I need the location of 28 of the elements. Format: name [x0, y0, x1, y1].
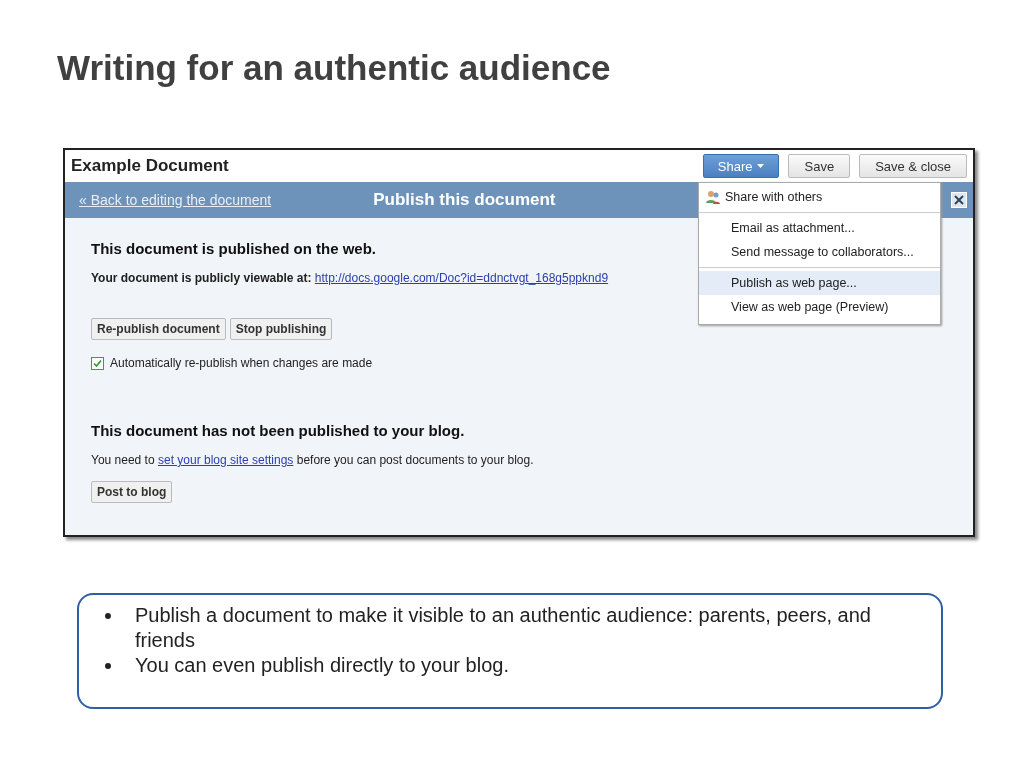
checkbox-label: Automatically re-publish when changes are made — [110, 356, 373, 370]
bullet-icon — [105, 663, 111, 669]
menu-item[interactable]: Publish as web page... — [699, 271, 940, 295]
publish-title: Publish this document — [373, 190, 556, 210]
document-title: Example Document — [71, 156, 230, 176]
slide-title: Writing for an authentic audience — [57, 47, 611, 89]
toolbar-button[interactable]: Save & close — [859, 154, 967, 178]
section-heading: This document has not been published to your blog. — [91, 422, 465, 439]
people-icon — [705, 189, 721, 205]
blog-settings-note: You need to set your blog site settings before you can post documents to your blog. — [91, 453, 534, 467]
close-button[interactable] — [951, 192, 967, 208]
section-heading: This document is published on the web. — [91, 240, 376, 257]
menu-item[interactable]: Share with others — [699, 185, 940, 209]
menu-item[interactable]: View as web page (Preview) — [699, 295, 940, 319]
bullet-text: Publish a document to make it visible to an authentic audience: parents, peers, and friends — [134, 603, 872, 653]
menu-item[interactable]: Email as attachment... — [699, 216, 940, 240]
bullet-icon — [105, 613, 111, 619]
publish-button[interactable]: Stop publishing — [229, 318, 333, 340]
menu-item[interactable]: Send message to collaborators... — [699, 240, 940, 264]
blog-settings-link[interactable]: set your blog site settings — [157, 453, 294, 467]
toolbar-button[interactable]: Save — [788, 154, 851, 178]
checkbox[interactable] — [91, 356, 104, 370]
url-line: Your document is publicly viewable at: http://docs.google.com/Doc?id=ddnctvgt_168g5ppknd9 — [91, 271, 609, 285]
document-url-link[interactable]: http://docs.google.com/Doc?id=ddnctvgt_168g5ppknd9 — [314, 271, 609, 285]
post-to-blog-button[interactable]: Post to blog — [91, 481, 173, 503]
caret-icon — [757, 164, 765, 168]
bullet-text: You can even publish directly to your blog. — [135, 653, 509, 678]
publish-button[interactable]: Re-publish document — [91, 318, 226, 340]
